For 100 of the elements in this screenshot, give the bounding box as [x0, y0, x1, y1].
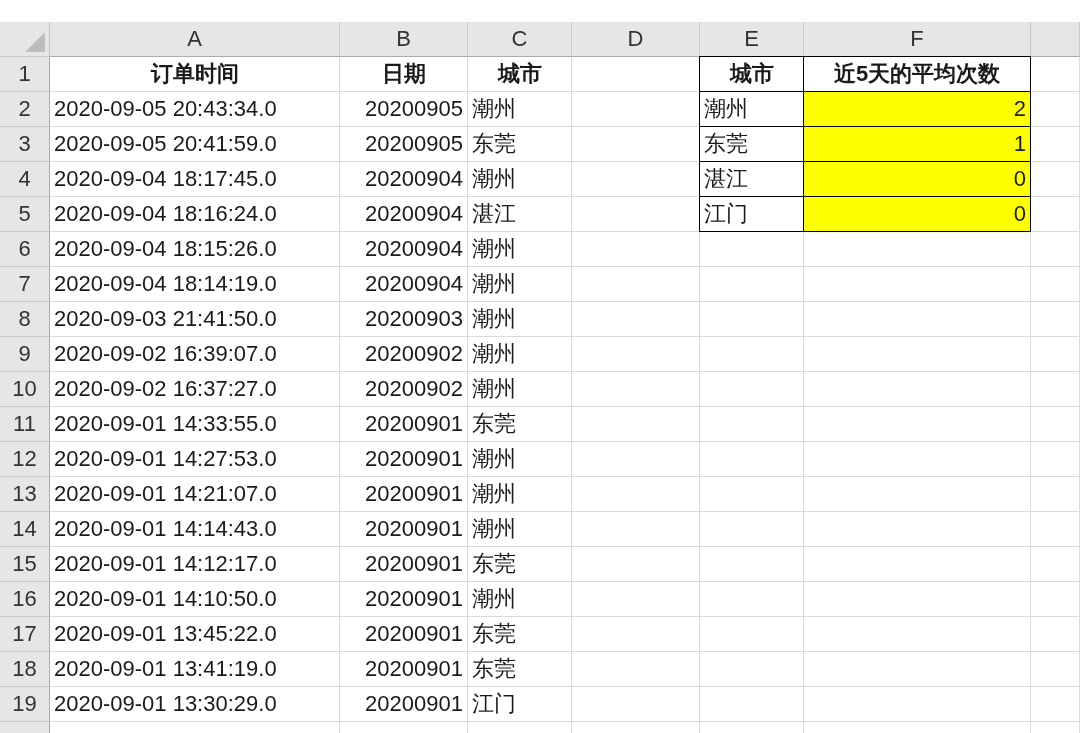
table-cell: 2020-09-01 13:30:29.0	[50, 687, 340, 722]
table-cell: 2020-09-01 14:27:53.0	[50, 442, 340, 477]
table-cell: 城市	[699, 56, 804, 92]
table-cell: 2020-09-01 14:33:55.0	[50, 407, 340, 442]
table-cell: 20200901	[340, 652, 468, 687]
table-cell: 20200903	[340, 302, 468, 337]
table-cell: 东莞	[468, 127, 572, 162]
table-cell: 0	[803, 161, 1031, 197]
table-cell: 2020-09-01 13:41:19.0	[50, 652, 340, 687]
row-header[interactable]: 19	[0, 687, 50, 722]
empty-cell	[1031, 442, 1080, 477]
empty-cell	[1031, 57, 1080, 92]
column-header[interactable]	[1031, 22, 1080, 57]
select-all-corner[interactable]	[0, 22, 50, 57]
empty-cell	[1031, 232, 1080, 267]
table-cell: 2020-09-05 20:41:59.0	[50, 127, 340, 162]
table-cell: 潮州	[468, 92, 572, 127]
table-cell: 潮州	[468, 477, 572, 512]
table-cell: 2020-09-02 16:37:27.0	[50, 372, 340, 407]
table-cell: 1	[803, 126, 1031, 162]
row-header[interactable]: 6	[0, 232, 50, 267]
table-cell: 潮州	[468, 442, 572, 477]
table-cell: 20200901	[340, 582, 468, 617]
row-header[interactable]: 18	[0, 652, 50, 687]
row-header[interactable]: 3	[0, 127, 50, 162]
table-cell: 20200901	[340, 477, 468, 512]
corner-triangle-icon	[25, 32, 45, 52]
table-cell: 城市	[468, 57, 572, 92]
column-header[interactable]: E	[700, 22, 804, 57]
table-cell: 东莞	[468, 407, 572, 442]
table-cell: 20200901	[340, 547, 468, 582]
table-cell: 20200902	[340, 337, 468, 372]
row-header[interactable]: 2	[0, 92, 50, 127]
table-cell: 20200904	[340, 267, 468, 302]
row-header[interactable]: 17	[0, 617, 50, 652]
table-cell: 2020-09-01 14:21:07.0	[50, 477, 340, 512]
empty-cell	[1031, 652, 1080, 687]
table-cell: 湛江	[468, 197, 572, 232]
table-cell: 潮州	[468, 337, 572, 372]
table-cell: 20200901	[340, 512, 468, 547]
table-cell: 20200904	[340, 162, 468, 197]
table-cell: 2	[803, 91, 1031, 127]
table-cell: 日期	[340, 57, 468, 92]
empty-cell	[1031, 512, 1080, 547]
table-cell: 0	[803, 196, 1031, 232]
empty-cell	[1031, 372, 1080, 407]
table-cell: 2020-09-04 18:16:24.0	[50, 197, 340, 232]
empty-cell	[1031, 407, 1080, 442]
table-cell: 潮州	[468, 162, 572, 197]
row-header[interactable]: 14	[0, 512, 50, 547]
column-header[interactable]: C	[468, 22, 572, 57]
table-cell: 20200901	[340, 442, 468, 477]
row-header[interactable]: 10	[0, 372, 50, 407]
table-cell: 20200905	[340, 127, 468, 162]
table-cell: 江门	[468, 687, 572, 722]
table-cell: 东莞	[468, 617, 572, 652]
empty-cell	[1031, 477, 1080, 512]
column-header[interactable]: D	[572, 22, 700, 57]
row-header[interactable]: 15	[0, 547, 50, 582]
table-cell: 潮州	[468, 582, 572, 617]
column-header[interactable]: A	[50, 22, 340, 57]
row-header[interactable]: 5	[0, 197, 50, 232]
table-cell: 20200904	[340, 232, 468, 267]
table-cell: 2020-09-01 14:14:43.0	[50, 512, 340, 547]
column-header[interactable]: F	[804, 22, 1031, 57]
row-header[interactable]: 7	[0, 267, 50, 302]
table-cell: 20200901	[340, 687, 468, 722]
table-cell: 2020-09-04 18:17:45.0	[50, 162, 340, 197]
table-cell: 潮州	[468, 512, 572, 547]
row-header[interactable]: 8	[0, 302, 50, 337]
table-cell: 2020-09-02 16:39:07.0	[50, 337, 340, 372]
column-header[interactable]: B	[340, 22, 468, 57]
table-cell: 2020-09-01 14:12:17.0	[50, 547, 340, 582]
table-cell: 20200901	[340, 407, 468, 442]
empty-cell	[1031, 337, 1080, 372]
table-cell: 2020-09-04 18:15:26.0	[50, 232, 340, 267]
row-header[interactable]: 4	[0, 162, 50, 197]
table-cell: 20200904	[340, 197, 468, 232]
table-cell: 潮州	[468, 302, 572, 337]
table-cell: 2020-09-05 20:43:34.0	[50, 92, 340, 127]
row-header[interactable]: 1	[0, 57, 50, 92]
row-header[interactable]: 11	[0, 407, 50, 442]
row-header[interactable]: 16	[0, 582, 50, 617]
table-cell: 东莞	[468, 652, 572, 687]
empty-cell	[1031, 617, 1080, 652]
empty-cell	[1031, 302, 1080, 337]
table-cell: 潮州	[468, 372, 572, 407]
row-header[interactable]: 9	[0, 337, 50, 372]
empty-cell	[1031, 687, 1080, 722]
row-header[interactable]: 13	[0, 477, 50, 512]
table-cell: 20200905	[340, 92, 468, 127]
table-cell: 2020-09-04 18:14:19.0	[50, 267, 340, 302]
row-header[interactable]: 12	[0, 442, 50, 477]
table-cell: 东莞	[468, 547, 572, 582]
table-cell: 2020-09-03 21:41:50.0	[50, 302, 340, 337]
table-cell: 2020-09-01 14:10:50.0	[50, 582, 340, 617]
empty-cell	[1031, 547, 1080, 582]
empty-cell	[1031, 582, 1080, 617]
table-cell: 订单时间	[50, 57, 340, 92]
table-cell: 潮州	[468, 232, 572, 267]
